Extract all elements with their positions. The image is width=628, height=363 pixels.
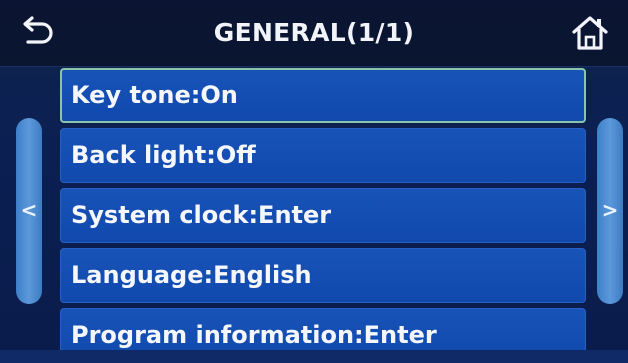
general-settings-screen: GENERAL(1/1) < > Key tone:On Back light:…: [0, 0, 628, 363]
bottom-bezel: [0, 350, 628, 363]
title-bar: GENERAL(1/1): [0, 0, 628, 67]
page-title: GENERAL(1/1): [213, 18, 415, 47]
menu-item-label: Back light:Off: [71, 141, 256, 169]
chevron-left-icon: <: [20, 198, 38, 222]
menu-item-language[interactable]: Language:English: [60, 248, 586, 303]
menu-item-label: Key tone:On: [71, 81, 238, 109]
home-button[interactable]: [568, 12, 612, 54]
menu-item-system-clock[interactable]: System clock:Enter: [60, 188, 586, 243]
next-page-button[interactable]: >: [597, 118, 623, 304]
previous-page-button[interactable]: <: [16, 118, 42, 304]
menu-item-back-light[interactable]: Back light:Off: [60, 128, 586, 183]
menu-item-label: Language:English: [71, 261, 312, 289]
chevron-right-icon: >: [601, 198, 619, 222]
menu-item-label: System clock:Enter: [71, 201, 332, 229]
settings-menu: Key tone:On Back light:Off System clock:…: [60, 68, 586, 363]
menu-item-label: Program information:Enter: [71, 321, 437, 349]
home-icon: [572, 16, 608, 50]
menu-item-key-tone[interactable]: Key tone:On: [60, 68, 586, 123]
